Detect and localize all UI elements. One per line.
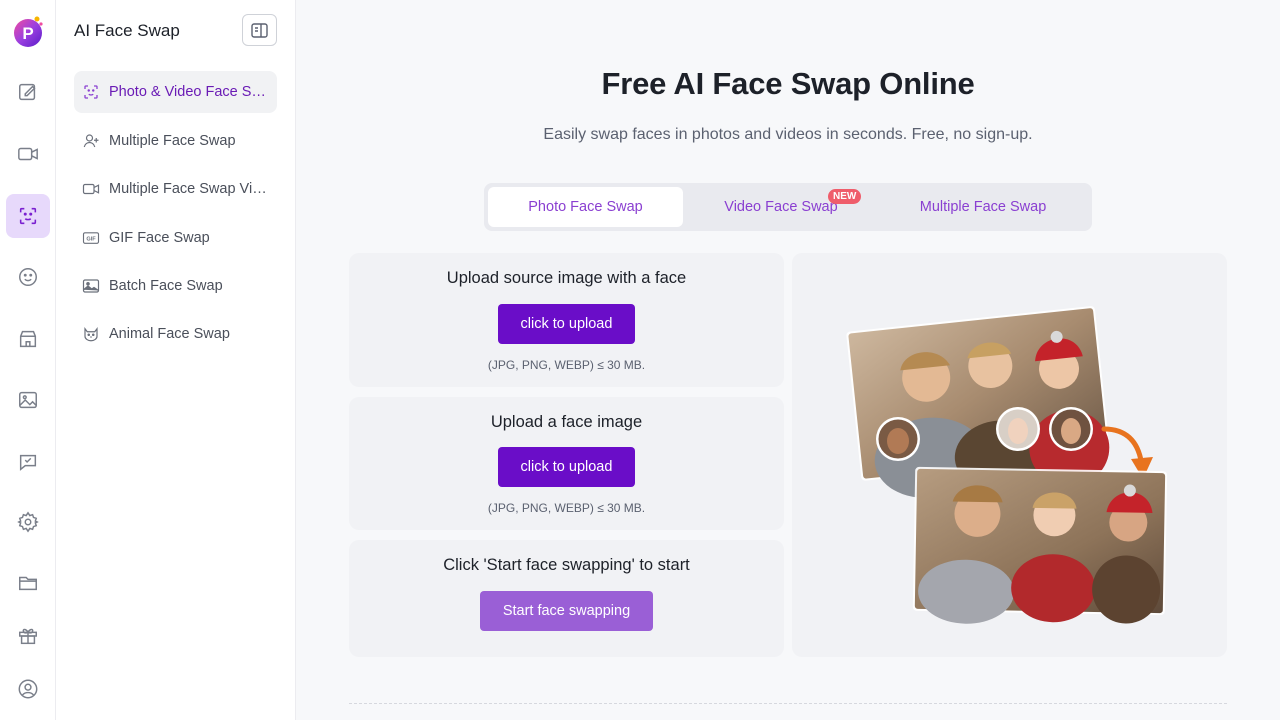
rail-edit-button[interactable]: [6, 70, 50, 114]
photos-icon: [82, 277, 100, 295]
tab-label: Video Face Swap: [724, 199, 838, 215]
folder-icon: [19, 576, 37, 591]
sidebar-item-label: Multiple Face Swap Video: [109, 181, 269, 197]
page-title: Free AI Face Swap Online: [601, 66, 975, 101]
sidebar-toggle-icon: [251, 22, 268, 38]
edit-icon: [19, 83, 36, 101]
upload-source-button[interactable]: click to upload: [498, 304, 635, 344]
sidebar-item-multiple-face-swap-video[interactable]: Multiple Face Swap Video: [74, 168, 277, 210]
rail-chat-button[interactable]: [6, 440, 50, 484]
start-face-swapping-button[interactable]: Start face swapping: [480, 591, 653, 631]
app-logo[interactable]: P: [10, 14, 44, 48]
rail-gift-button[interactable]: [6, 614, 50, 658]
svg-text:P: P: [22, 24, 33, 43]
start-swap-card: Click 'Start face swapping' to start Sta…: [349, 540, 784, 657]
add-user-icon: [82, 132, 100, 150]
face-swap-icon: [19, 207, 37, 225]
upload-face-button[interactable]: click to upload: [498, 447, 635, 487]
svg-text:GIF: GIF: [86, 237, 96, 243]
sidebar-item-batch-face-swap[interactable]: Batch Face Swap: [74, 265, 277, 307]
sidebar-item-label: Multiple Face Swap: [109, 133, 236, 149]
gift-icon: [19, 628, 37, 645]
tab-label: Multiple Face Swap: [919, 199, 1047, 215]
tab-photo-face-swap[interactable]: Photo Face Swap: [488, 187, 683, 227]
logo-icon: P: [14, 16, 43, 47]
sidebar-item-label: GIF Face Swap: [109, 230, 210, 246]
face-frame-icon: [82, 83, 100, 101]
rail-settings-button[interactable]: [6, 500, 50, 544]
sidebar-item-label: Batch Face Swap: [109, 278, 223, 294]
tab-label: Photo Face Swap: [528, 199, 643, 215]
rail-store-button[interactable]: [6, 317, 50, 361]
sidebar-item-animal-face-swap[interactable]: Animal Face Swap: [74, 313, 277, 355]
main-content: Free AI Face Swap Online Easily swap fac…: [296, 0, 1280, 720]
upload-face-card: Upload a face image click to upload (JPG…: [349, 397, 784, 530]
card-title: Upload source image with a face: [446, 269, 687, 287]
video-camera-icon: [18, 147, 38, 161]
rail-video-button[interactable]: [6, 132, 50, 176]
file-format-hint: (JPG, PNG, WEBP) ≤ 30 MB.: [487, 358, 646, 372]
image-icon: [19, 391, 37, 409]
face-swap-example-image: [846, 306, 1168, 624]
gif-icon: GIF: [82, 229, 100, 247]
rail-emoji-button[interactable]: [6, 255, 50, 299]
rail-image-button[interactable]: [6, 378, 50, 422]
sidebar-title: AI Face Swap: [74, 21, 180, 40]
section-divider: [349, 703, 1227, 704]
cat-icon: [82, 325, 100, 343]
sidebar-item-gif-face-swap[interactable]: GIF GIF Face Swap: [74, 217, 277, 259]
store-icon: [19, 330, 37, 348]
secondary-sidebar: AI Face Swap Photo & Video Face Swap Mul…: [56, 0, 296, 720]
rail-account-button[interactable]: [6, 667, 50, 711]
sidebar-item-label: Photo & Video Face Swap: [109, 84, 269, 100]
card-title: Click 'Start face swapping' to start: [443, 556, 690, 574]
card-title: Upload a face image: [490, 413, 643, 431]
tab-multiple-face-swap[interactable]: Multiple Face Swap: [884, 187, 1082, 227]
chat-icon: [19, 454, 37, 471]
collapse-sidebar-button[interactable]: [242, 14, 277, 46]
file-format-hint: (JPG, PNG, WEBP) ≤ 30 MB.: [487, 501, 646, 515]
gear-icon: [17, 511, 39, 533]
example-preview: [792, 253, 1227, 657]
upload-source-card: Upload source image with a face click to…: [349, 253, 784, 387]
sidebar-item-multiple-face-swap[interactable]: Multiple Face Swap: [74, 120, 277, 162]
sidebar-item-photo-video-face-swap[interactable]: Photo & Video Face Swap: [74, 71, 277, 113]
mode-tabs: Photo Face Swap Video Face Swap NEW Mult…: [484, 183, 1092, 231]
page-subtitle: Easily swap faces in photos and videos i…: [543, 126, 1033, 143]
rail-folder-button[interactable]: [6, 561, 50, 605]
video-camera-icon: [82, 180, 100, 198]
rail-face-swap-button[interactable]: [6, 194, 50, 238]
sidebar-item-label: Animal Face Swap: [109, 326, 230, 342]
new-badge: NEW: [828, 189, 862, 204]
smiley-icon: [19, 268, 37, 286]
icon-rail: P: [0, 0, 56, 720]
user-circle-icon: [18, 679, 38, 699]
